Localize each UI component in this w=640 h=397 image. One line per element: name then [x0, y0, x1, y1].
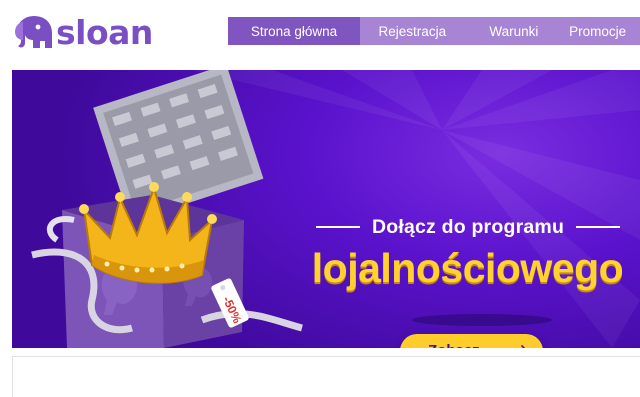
see-more-button[interactable]: Zobacz [400, 334, 543, 348]
site-header: sloan Strona główna Rejestracja Warunki … [0, 0, 640, 62]
nav-item-registration[interactable]: Rejestracja [360, 17, 464, 45]
headline-row: Dołącz do programu [297, 214, 639, 240]
elephant-icon [15, 16, 52, 48]
banner-headline: Dołącz do programu [371, 215, 565, 238]
logo[interactable]: sloan [10, 12, 153, 52]
main-nav: Strona główna Rejestracja Warunki Promoc… [228, 17, 640, 45]
promo-banner[interactable]: -50% Dołącz do programu lojalnościowego … [12, 70, 640, 348]
see-more-label: Zobacz [428, 334, 480, 348]
arrow-right-icon [521, 345, 526, 348]
gift-box-with-crown: -50% [31, 70, 303, 348]
divider-left [315, 226, 360, 228]
divider-right [576, 226, 621, 228]
nav-item-terms[interactable]: Warunki [465, 17, 564, 45]
nav-item-home[interactable]: Strona główna [228, 17, 361, 45]
content-panel [12, 356, 640, 397]
banner-highlight: lojalnościowego [311, 245, 624, 291]
logo-text: sloan [56, 12, 153, 52]
nav-item-promotions[interactable]: Promocje [563, 17, 640, 45]
